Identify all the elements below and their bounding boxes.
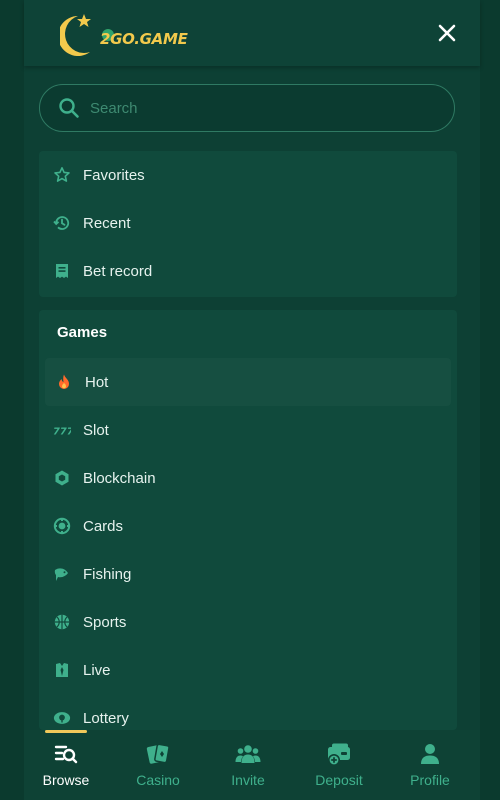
game-category-label: Hot (85, 373, 109, 391)
game-category-live[interactable]: Live (39, 646, 457, 694)
game-category-label: Slot (83, 421, 109, 439)
game-category-label: Cards (83, 517, 124, 535)
logo-text: 2GO.GAME (100, 30, 188, 48)
game-category-blockchain[interactable]: Blockchain (39, 454, 457, 502)
side-drawer: 2GO.GAME Favorites (24, 0, 480, 800)
nav-casino[interactable]: Casino (116, 730, 200, 800)
nav-label: Profile (410, 772, 450, 788)
receipt-icon (53, 262, 71, 280)
nav-deposit[interactable]: Deposit (297, 730, 381, 800)
active-indicator (45, 730, 87, 733)
game-category-label: Fishing (83, 565, 132, 583)
game-category-slot[interactable]: 777 Slot (39, 406, 457, 454)
drawer-header: 2GO.GAME (24, 0, 480, 66)
close-button[interactable] (434, 20, 460, 46)
search-box[interactable] (39, 84, 455, 132)
app-frame: 2GO.GAME Favorites (0, 0, 500, 800)
flame-icon (55, 373, 73, 391)
search-icon (59, 98, 79, 118)
game-category-hot[interactable]: Hot (45, 358, 451, 406)
svg-text:777: 777 (53, 427, 71, 438)
quick-link-label: Bet record (83, 262, 153, 280)
browse-icon (53, 742, 79, 766)
history-icon (53, 214, 71, 232)
fish-icon (53, 565, 71, 583)
game-category-label: Live (83, 661, 111, 679)
quick-link-bet-record[interactable]: Bet record (39, 247, 457, 295)
quick-link-recent[interactable]: Recent (39, 199, 457, 247)
game-category-label: Lottery (83, 709, 129, 727)
search-input[interactable] (88, 98, 412, 118)
game-category-label: Blockchain (83, 469, 156, 487)
games-section-title: Games (57, 324, 108, 341)
quick-link-label: Recent (83, 214, 131, 232)
games-panel: Games Hot 777 Slot Blockchain (39, 310, 457, 730)
nav-browse[interactable]: Browse (24, 730, 108, 800)
nav-label: Browse (42, 772, 90, 788)
poker-chip-icon (53, 517, 71, 535)
star-icon (53, 166, 71, 184)
game-category-cards[interactable]: Cards (39, 502, 457, 550)
background-left-edge (0, 0, 24, 800)
game-category-sports[interactable]: Sports (39, 598, 457, 646)
blockchain-icon (53, 469, 71, 487)
nav-label: Casino (136, 772, 180, 788)
slot-777-icon: 777 (53, 421, 71, 439)
quick-link-label: Favorites (83, 166, 145, 184)
quick-link-favorites[interactable]: Favorites (39, 151, 457, 199)
game-category-label: Sports (83, 613, 127, 631)
cards-icon (145, 742, 171, 766)
users-icon (235, 742, 261, 766)
game-category-lottery[interactable]: Lottery (39, 694, 457, 730)
wallet-add-icon (326, 742, 352, 766)
nav-invite[interactable]: Invite (206, 730, 290, 800)
close-icon (438, 24, 456, 42)
lottery-icon (53, 709, 71, 727)
brand-logo[interactable]: 2GO.GAME (58, 8, 188, 58)
nav-label: Deposit (315, 772, 363, 788)
user-icon (417, 742, 443, 766)
basketball-icon (53, 613, 71, 631)
nav-label: Invite (231, 772, 265, 788)
bottom-navigation: Browse Casino Invite Deposit Profile (24, 730, 480, 800)
background-right-edge (480, 0, 500, 800)
quick-links-panel: Favorites Recent Bet record (39, 151, 457, 297)
nav-profile[interactable]: Profile (388, 730, 472, 800)
game-category-fishing[interactable]: Fishing (39, 550, 457, 598)
live-dealer-icon (53, 661, 71, 679)
